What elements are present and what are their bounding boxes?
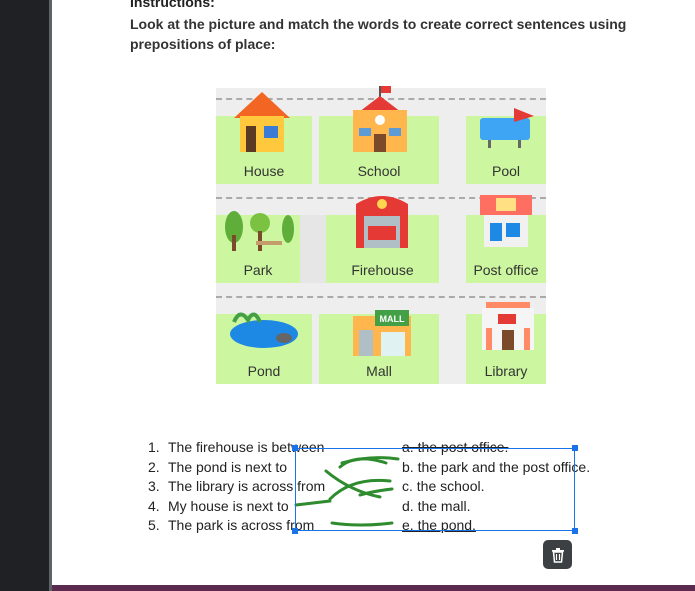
pool-icon — [480, 108, 534, 148]
tile-pool: Pool — [466, 108, 546, 184]
house-icon — [234, 92, 290, 152]
left-panel — [0, 0, 49, 591]
post-office-icon — [480, 195, 532, 247]
mall-sign: MALL — [380, 314, 405, 324]
resize-handle[interactable] — [292, 445, 298, 451]
bottom-bar — [52, 585, 695, 591]
trash-icon — [551, 547, 564, 563]
tile-library: Library — [466, 302, 546, 384]
resize-handle[interactable] — [572, 528, 578, 534]
place-label-firehouse: Firehouse — [351, 262, 414, 278]
place-label-pool: Pool — [491, 163, 521, 179]
place-label-mall: Mall — [366, 363, 392, 379]
panel-divider — [49, 0, 52, 591]
tile-post-office: Post office — [466, 195, 546, 283]
tile-pond: Pond — [216, 312, 312, 384]
tile-school: School — [319, 86, 439, 184]
school-icon — [353, 86, 407, 152]
delete-button[interactable] — [543, 540, 572, 569]
place-label-library: Library — [484, 363, 528, 379]
tile-firehouse: Firehouse — [326, 196, 439, 283]
pond-icon — [230, 312, 298, 348]
place-label-house: House — [243, 163, 285, 179]
place-label-park: Park — [243, 262, 273, 278]
tile-mall: MALL Mall — [319, 310, 439, 384]
place-label-post-office: Post office — [473, 262, 539, 278]
library-icon — [482, 302, 534, 350]
document-canvas: Instructions: Look at the picture and ma… — [0, 0, 695, 591]
resize-handle[interactable] — [292, 528, 298, 534]
instructions-title: Instructions: — [130, 0, 215, 10]
town-map: House School Pool Park Firehouse Post of… — [216, 86, 546, 384]
place-label-school: School — [357, 163, 401, 179]
firehouse-icon — [356, 196, 408, 248]
resize-handle[interactable] — [572, 445, 578, 451]
instructions-text: Look at the picture and match the words … — [130, 16, 627, 52]
tree-icon — [225, 211, 294, 251]
place-label-pond: Pond — [247, 363, 281, 379]
selection-box[interactable] — [295, 448, 575, 531]
mall-icon: MALL — [353, 310, 411, 356]
road-segment — [300, 215, 326, 283]
tile-park: Park — [216, 211, 300, 283]
tile-house: House — [216, 92, 312, 184]
